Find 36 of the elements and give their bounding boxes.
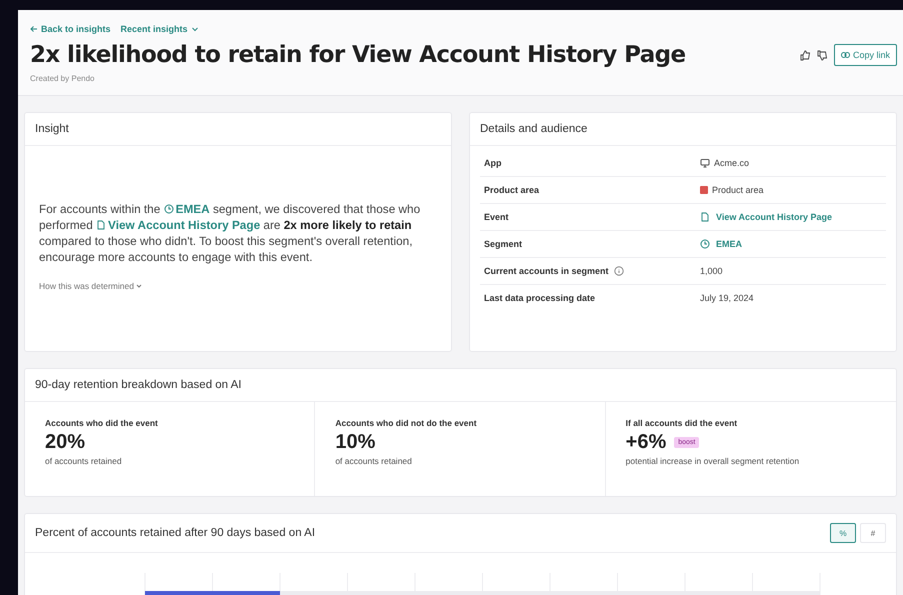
segment-link[interactable]: EMEA (700, 239, 882, 249)
back-link[interactable]: Back to insights (30, 24, 111, 34)
stat-label: If all accounts did the event (626, 418, 738, 428)
stat-caption: potential increase in overall segment retention (626, 456, 800, 466)
recent-insights-dropdown[interactable]: Recent insights (120, 24, 199, 34)
card-title: Details and audience (480, 123, 588, 135)
card-title: Insight (35, 123, 69, 135)
card-title: 90-day retention breakdown based on AI (35, 379, 242, 391)
created-by: Created by Pendo (30, 74, 96, 83)
event-link[interactable]: View Account History Page (96, 218, 260, 232)
stat-value: 10% (335, 431, 376, 454)
area-name: Product area (712, 185, 764, 195)
unit-toggle[interactable]: # (860, 523, 886, 543)
stat-label: Accounts who did not do the event (335, 418, 478, 428)
detail-label: App (484, 158, 502, 168)
copy-link-button[interactable]: Copy link (834, 44, 897, 66)
detail-label: Current accounts in segment (484, 266, 609, 276)
page-title: 2x likelihood to retain for View Account History Page (30, 42, 686, 68)
stat-value: +6% (626, 431, 666, 454)
detail-label: Product area (484, 185, 540, 195)
stat-value: 20% (45, 431, 86, 454)
event-link[interactable]: View Account History Page (700, 212, 882, 222)
insight-text: For accounts within the EMEA segment, we discovered that those who performed View Account History Page are 2x more likely to retain compared to those who didn't. To boost this segment's overall retention, encourage more accounts to engage with this event. (39, 201, 422, 265)
detail-value: 1,000 (700, 266, 724, 276)
stat-caption: of accounts retained (335, 456, 413, 466)
how-determined-toggle[interactable]: How this was determined (39, 281, 142, 291)
detail-label: Last data processing date (484, 293, 596, 303)
card-title: Percent of accounts retained after 90 days based on AI (35, 527, 316, 539)
segment-link[interactable]: EMEA (164, 202, 210, 216)
stat-caption: of accounts retained (45, 456, 123, 466)
unit-toggle[interactable]: % (830, 523, 856, 543)
stat-label: Accounts who did the event (45, 418, 159, 428)
detail-value: July 19, 2024 (700, 293, 755, 303)
app-name: Acme.co (714, 158, 750, 168)
detail-label: Event (484, 212, 509, 222)
detail-label: Segment (484, 239, 522, 249)
